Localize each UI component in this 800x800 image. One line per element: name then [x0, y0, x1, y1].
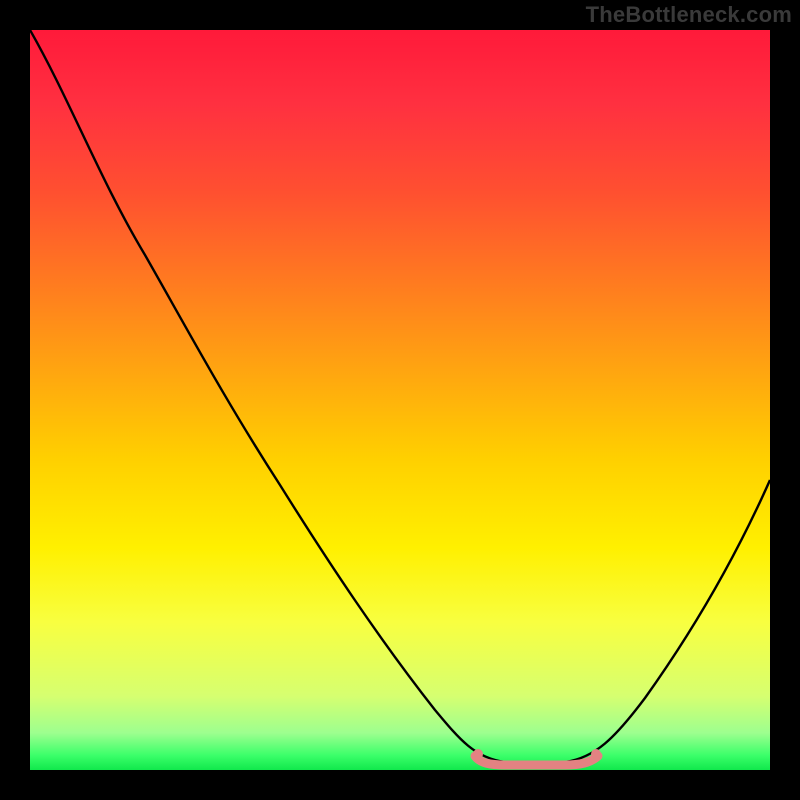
- plot-area: [30, 30, 770, 770]
- chart-canvas: TheBottleneck.com: [0, 0, 800, 800]
- marker-dot-left: [473, 749, 483, 759]
- bottleneck-curve: [30, 30, 770, 762]
- watermark-text: TheBottleneck.com: [586, 2, 792, 28]
- curve-svg: [30, 30, 770, 770]
- marker-dot-right: [591, 749, 601, 759]
